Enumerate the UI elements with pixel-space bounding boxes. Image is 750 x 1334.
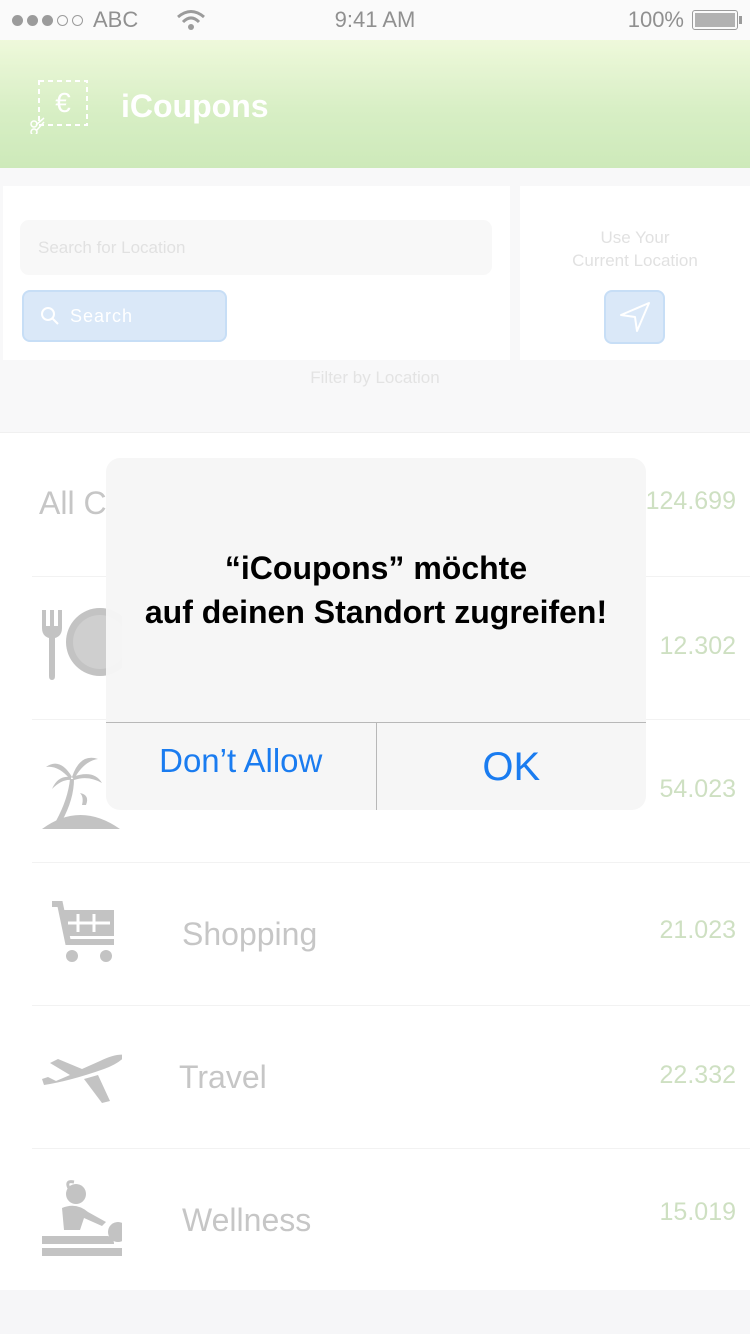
dont-allow-button[interactable]: Don’t Allow [106,723,377,810]
ok-button[interactable]: OK [377,723,647,810]
alert-title-line1: “iCoupons” möchte [224,550,528,586]
location-permission-alert: “iCoupons” möchte auf deinen Standort zu… [106,458,646,810]
alert-actions: Don’t Allow OK [106,722,646,810]
alert-title-line2: auf deinen Standort zugreifen! [144,594,608,630]
alert-title: “iCoupons” möchte auf deinen Standort zu… [106,546,646,634]
